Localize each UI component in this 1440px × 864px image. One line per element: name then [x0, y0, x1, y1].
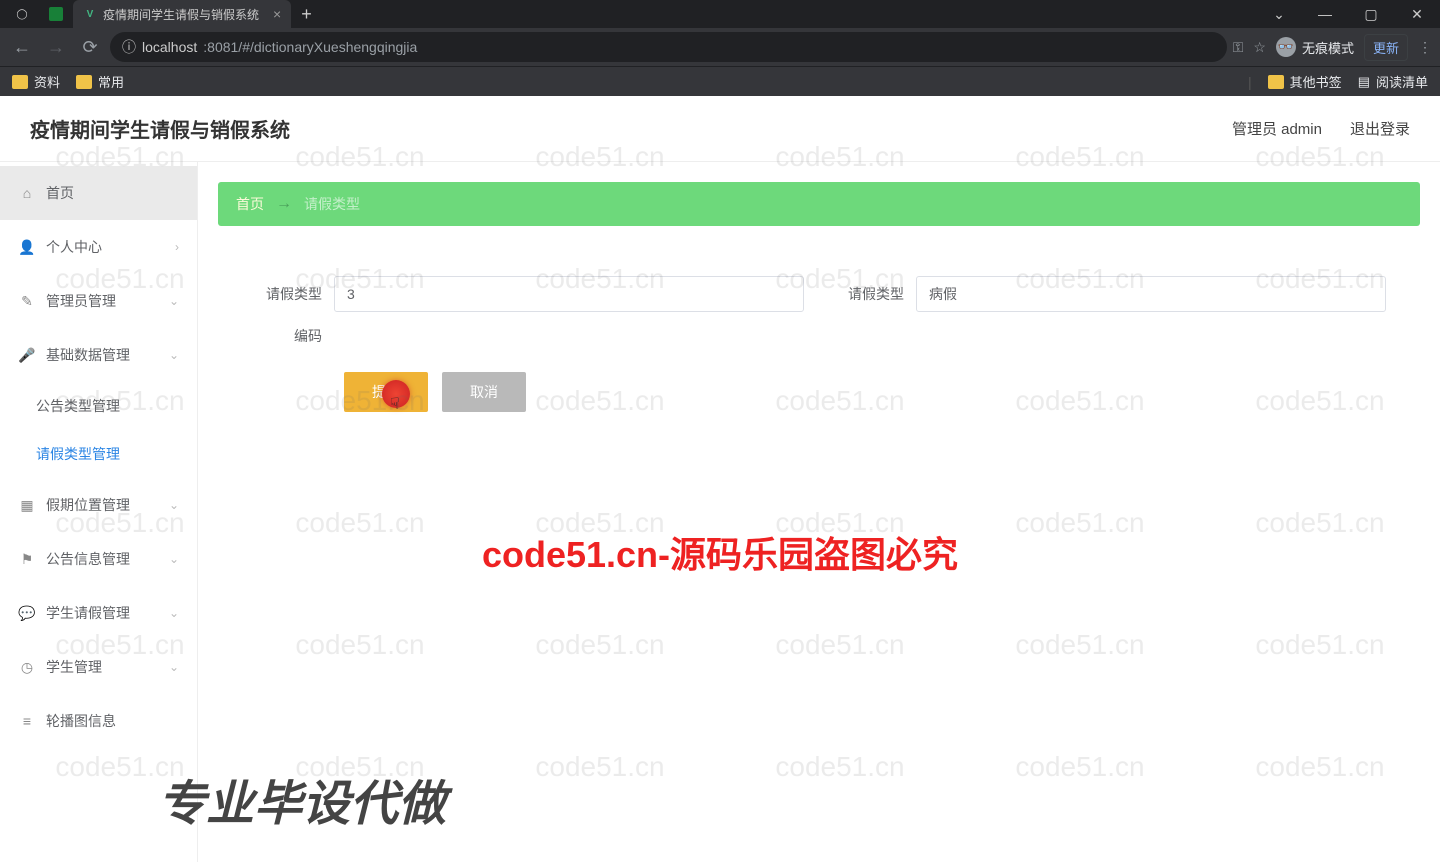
maximize-button[interactable]: ▢	[1348, 0, 1394, 28]
leave-type-name-input[interactable]	[916, 276, 1386, 312]
logout-link[interactable]: 退出登录	[1350, 118, 1410, 139]
url-host: localhost	[142, 39, 197, 55]
sidebar-item-carousel[interactable]: ≡轮播图信息	[0, 694, 197, 748]
body: ⌂首页 👤个人中心 › ✎管理员管理 ⌄ 🎤基础数据管理 ⌄ 公告类型管理 请假…	[0, 162, 1440, 862]
update-button[interactable]: 更新	[1364, 34, 1408, 61]
folder-icon	[12, 75, 28, 89]
tab-title: 疫情期间学生请假与销假系统	[103, 6, 259, 23]
field-label: 请假类型	[834, 284, 904, 304]
bookmark-folder-1[interactable]: 资料	[12, 72, 60, 91]
nav-actions: ⚿ ☆ 👓 无痕模式 更新 ⋮	[1233, 34, 1432, 61]
field-leave-type-name: 请假类型	[834, 276, 1386, 312]
menu-icon[interactable]: ⋮	[1418, 39, 1432, 56]
forward-button[interactable]: →	[42, 33, 70, 61]
mic-icon: 🎤	[18, 346, 36, 364]
watermark-bottom: 专业毕设代做	[158, 764, 446, 834]
sidebar-sub-notice-type[interactable]: 公告类型管理	[0, 382, 197, 430]
sidebar-item-holiday-location[interactable]: ▦假期位置管理 ⌄	[0, 478, 197, 532]
tab-sheet[interactable]	[39, 0, 73, 28]
field-code: 编码	[252, 326, 322, 346]
url-path: :8081/#/dictionaryXueshengqingjia	[203, 39, 417, 55]
bookmark-folder-2[interactable]: 常用	[76, 72, 124, 91]
other-bookmarks[interactable]: 其他书签	[1268, 72, 1342, 91]
breadcrumb-current: 请假类型	[304, 194, 360, 214]
sidebar-sub-leave-type[interactable]: 请假类型管理	[0, 430, 197, 478]
main: 首页 → 请假类型 请假类型 请假类型 编码	[198, 162, 1440, 862]
sidebar-item-student-leave[interactable]: 💬学生请假管理 ⌄	[0, 586, 197, 640]
current-user[interactable]: 管理员 admin	[1232, 118, 1322, 139]
star-icon[interactable]: ☆	[1253, 39, 1266, 56]
flag-icon: ⚑	[18, 550, 36, 568]
globe-icon: ◯	[15, 7, 29, 21]
chevron-down-icon: ⌄	[169, 294, 179, 308]
list-icon: ▤	[1358, 74, 1370, 90]
url-bar[interactable]: ⓘ localhost :8081/#/dictionaryXueshengqin…	[110, 32, 1227, 62]
sidebar-item-student-manage[interactable]: ◷学生管理 ⌄	[0, 640, 197, 694]
breadcrumb: 首页 → 请假类型	[218, 182, 1420, 226]
leave-type-code-input[interactable]	[334, 276, 804, 312]
chevron-down-icon: ⌄	[169, 498, 179, 512]
window-controls: ⌄ — ▢ ✕	[1256, 0, 1440, 28]
field-label: 请假类型	[252, 284, 322, 304]
incognito-badge: 👓 无痕模式	[1276, 37, 1354, 57]
info-icon: ⓘ	[122, 37, 136, 57]
reload-button[interactable]: ⟳	[76, 33, 104, 61]
sheet-icon	[49, 7, 63, 21]
tab-active[interactable]: V 疫情期间学生请假与销假系统 ×	[73, 0, 291, 28]
bookmarks-bar: 资料 常用 | 其他书签 ▤阅读清单	[0, 66, 1440, 96]
clock-icon: ◷	[18, 658, 36, 676]
tab-blank[interactable]: ◯	[5, 0, 39, 28]
app: 疫情期间学生请假与销假系统 管理员 admin 退出登录 ⌂首页 👤个人中心 ›…	[0, 96, 1440, 862]
minimize-button[interactable]: —	[1302, 0, 1348, 28]
chevron-right-icon: ›	[175, 240, 179, 254]
chevron-down-icon: ⌄	[169, 660, 179, 674]
sidebar: ⌂首页 👤个人中心 › ✎管理员管理 ⌄ 🎤基础数据管理 ⌄ 公告类型管理 请假…	[0, 162, 198, 862]
app-title: 疫情期间学生请假与销假系统	[30, 114, 290, 143]
chevron-down-icon[interactable]: ⌄	[1256, 0, 1302, 28]
sidebar-item-notice-info[interactable]: ⚑公告信息管理 ⌄	[0, 532, 197, 586]
chevron-down-icon: ⌄	[169, 348, 179, 362]
new-tab-button[interactable]: +	[291, 4, 322, 25]
incognito-icon: 👓	[1276, 37, 1296, 57]
incognito-label: 无痕模式	[1302, 38, 1354, 57]
folder-icon	[1268, 75, 1284, 89]
button-row: 提交 取消 ☟	[252, 372, 1386, 412]
sidebar-item-basedata[interactable]: 🎤基础数据管理 ⌄	[0, 328, 197, 382]
watermark-center: code51.cn-源码乐园盗图必究	[482, 526, 958, 578]
cancel-button[interactable]: 取消	[442, 372, 526, 412]
field-label: 编码	[252, 326, 322, 346]
header-right: 管理员 admin 退出登录	[1232, 118, 1410, 139]
bars-icon: ≡	[18, 712, 36, 730]
home-icon: ⌂	[18, 184, 36, 202]
chat-icon: 💬	[18, 604, 36, 622]
cursor-icon: ☟	[390, 394, 400, 414]
vue-icon: V	[83, 7, 97, 21]
sidebar-item-admin[interactable]: ✎管理员管理 ⌄	[0, 274, 197, 328]
app-header: 疫情期间学生请假与销假系统 管理员 admin 退出登录	[0, 96, 1440, 162]
arrow-right-icon: →	[276, 195, 292, 213]
sidebar-item-home[interactable]: ⌂首页	[0, 166, 197, 220]
field-leave-type-code: 请假类型	[252, 276, 804, 312]
breadcrumb-home[interactable]: 首页	[236, 194, 264, 214]
sidebar-item-profile[interactable]: 👤个人中心 ›	[0, 220, 197, 274]
user-icon: 👤	[18, 238, 36, 256]
form-card: 请假类型 请假类型 编码 提交 取消	[218, 254, 1420, 452]
tab-bar: ◯ V 疫情期间学生请假与销假系统 × + ⌄ — ▢ ✕	[0, 0, 1440, 28]
chevron-down-icon: ⌄	[169, 552, 179, 566]
browser-chrome: ◯ V 疫情期间学生请假与销假系统 × + ⌄ — ▢ ✕ ← → ⟳ ⓘ lo…	[0, 0, 1440, 96]
edit-icon: ✎	[18, 292, 36, 310]
chevron-down-icon: ⌄	[169, 606, 179, 620]
nav-bar: ← → ⟳ ⓘ localhost :8081/#/dictionaryXuesh…	[0, 28, 1440, 66]
grid-icon: ▦	[18, 496, 36, 514]
close-icon[interactable]: ×	[273, 6, 281, 22]
reading-list[interactable]: ▤阅读清单	[1358, 72, 1428, 91]
close-window-button[interactable]: ✕	[1394, 0, 1440, 28]
key-icon[interactable]: ⚿	[1233, 39, 1244, 56]
folder-icon	[76, 75, 92, 89]
back-button[interactable]: ←	[8, 33, 36, 61]
